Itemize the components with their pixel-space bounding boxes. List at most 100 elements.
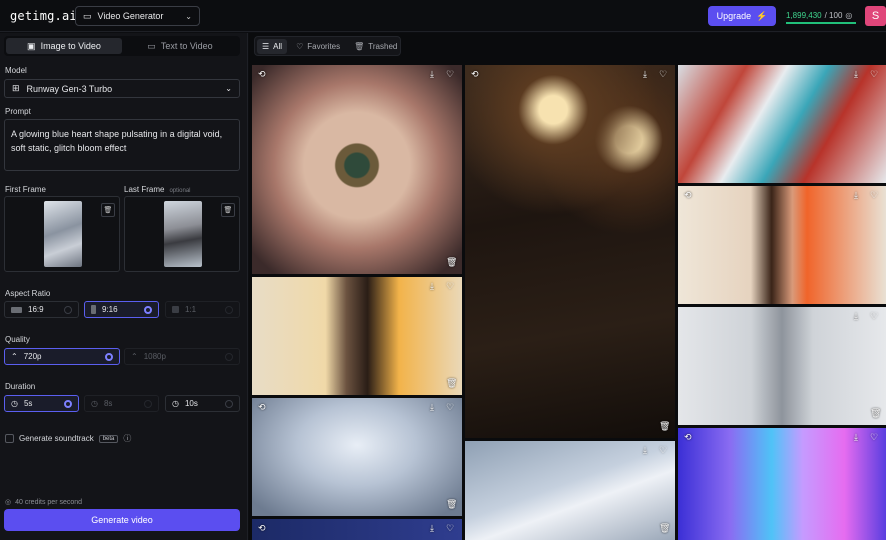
trash-icon[interactable]: 🗑 <box>446 499 457 510</box>
heart-icon[interactable]: ♡ <box>446 69 454 80</box>
aspect-ratio-label: Aspect Ratio <box>5 289 51 298</box>
filter-trashed-label: Trashed <box>368 41 398 51</box>
download-icon[interactable]: ⤓ <box>854 311 858 322</box>
heart-icon[interactable]: ♡ <box>446 523 454 534</box>
download-icon[interactable]: ⤓ <box>430 69 434 80</box>
gallery-item[interactable]: ⟲ ⤓ ♡ 🗑 <box>252 398 462 516</box>
soundtrack-label: Generate soundtrack <box>19 434 94 443</box>
app-logo[interactable]: getimg.ai <box>10 9 77 23</box>
chevron-down-icon: ⌄ <box>225 84 232 93</box>
aspect-1-1-option[interactable]: 1:1 <box>165 301 240 318</box>
radio-button <box>105 352 113 361</box>
model-label: Model <box>5 66 27 75</box>
repeat-icon[interactable]: ⟲ <box>258 523 266 534</box>
quality-720p-option[interactable]: ⌃ 720p <box>4 348 120 365</box>
heart-icon[interactable]: ♡ <box>870 69 878 80</box>
aspect-9-16-label: 9:16 <box>102 305 118 314</box>
trash-icon[interactable]: 🗑 <box>659 523 670 534</box>
upgrade-label: Upgrade <box>716 11 752 21</box>
repeat-icon[interactable]: ⟲ <box>258 402 266 413</box>
filter-trashed[interactable]: 🗑 Trashed <box>349 39 402 54</box>
heart-icon[interactable]: ♡ <box>870 190 878 201</box>
gallery-item[interactable]: ⟲ ⤓ ♡ 🗑 <box>465 65 675 438</box>
download-icon[interactable]: ⤓ <box>643 445 647 456</box>
repeat-icon[interactable]: ⟲ <box>258 69 266 80</box>
trash-icon[interactable]: 🗑 <box>446 378 457 389</box>
radio-button <box>64 399 72 408</box>
heart-icon[interactable]: ♡ <box>659 69 667 80</box>
duration-10s-option[interactable]: ◷ 10s <box>165 395 240 412</box>
soundtrack-checkbox[interactable] <box>5 434 14 443</box>
aspect-16-9-option[interactable]: 16:9 <box>4 301 79 318</box>
download-icon[interactable]: ⤓ <box>854 190 858 201</box>
duration-8s-option[interactable]: ◷ 8s <box>84 395 159 412</box>
image-icon: ▣ <box>27 40 36 51</box>
credits-info: ◎ 40 credits per second <box>5 498 83 507</box>
tab-image-to-video[interactable]: ▣ Image to Video <box>6 38 122 54</box>
heart-icon[interactable]: ♡ <box>446 402 454 413</box>
last-frame-slot[interactable]: 🗑 <box>124 196 240 272</box>
filter-all[interactable]: ☰ All <box>257 38 288 54</box>
user-avatar[interactable]: S <box>865 6 886 26</box>
credits-info-text: 40 credits per second <box>15 498 83 506</box>
filter-all-label: All <box>273 41 283 51</box>
radio-button <box>144 399 152 408</box>
radio-button <box>64 305 72 314</box>
gallery-item[interactable]: ⤓ ♡ <box>678 65 886 183</box>
heart-icon[interactable]: ♡ <box>870 311 878 322</box>
radio-button <box>225 352 233 361</box>
radio-button <box>225 305 233 314</box>
generate-video-button[interactable]: Generate video <box>4 509 240 531</box>
trash-icon[interactable]: 🗑 <box>101 203 115 217</box>
quality-label: Quality <box>5 335 30 344</box>
last-frame-thumbnail <box>164 201 202 267</box>
gallery-item[interactable]: ⟲ ⤓ ♡ <box>678 186 886 304</box>
download-icon[interactable]: ⤓ <box>430 402 434 413</box>
gallery-item[interactable]: ⟲ ⤓ ♡ <box>678 428 886 540</box>
clock-icon: ◷ <box>172 399 179 408</box>
gallery-item[interactable]: ⟲ ⤓ ♡ <box>252 519 462 540</box>
download-icon[interactable]: ⤓ <box>854 432 858 443</box>
heart-icon[interactable]: ♡ <box>446 281 454 292</box>
download-icon[interactable]: ⤓ <box>430 281 434 292</box>
tab-text-to-video-label: Text to Video <box>160 41 213 51</box>
tab-text-to-video[interactable]: ▭ Text to Video <box>122 38 238 54</box>
quality-1080p-option[interactable]: ⌃ 1080p <box>124 348 240 365</box>
model-select[interactable]: ⊞ Runway Gen-3 Turbo ⌄ <box>4 79 240 98</box>
filter-favorites[interactable]: ♡ Favorites <box>291 39 345 54</box>
upgrade-button[interactable]: Upgrade ⚡ <box>708 6 776 26</box>
quality-1080p-label: 1080p <box>143 352 166 361</box>
trash-icon[interactable]: 🗑 <box>446 257 457 268</box>
gallery-item[interactable]: ⤓ ♡ 🗑 <box>252 277 462 395</box>
credits-display[interactable]: 1,899,430 / 100 ◎ <box>786 8 856 24</box>
tool-selector-dropdown[interactable]: ▭ Video Generator ⌄ <box>75 6 200 26</box>
credits-total: / 100 <box>824 10 843 20</box>
heart-icon[interactable]: ♡ <box>659 445 667 456</box>
gallery-item[interactable]: ⟲ ⤓ ♡ 🗑 <box>252 65 462 274</box>
trash-icon[interactable]: 🗑 <box>659 421 670 432</box>
tool-selector-label: Video Generator <box>97 11 164 21</box>
aspect-16-9-label: 16:9 <box>28 305 44 314</box>
repeat-icon[interactable]: ⟲ <box>471 69 479 80</box>
help-icon[interactable]: ⓘ <box>123 433 131 444</box>
prompt-textarea[interactable]: A glowing blue heart shape pulsating in … <box>4 119 240 171</box>
credits-value: 1,899,430 <box>786 10 822 20</box>
aspect-9-16-option[interactable]: 9:16 <box>84 301 159 318</box>
soundtrack-toggle[interactable]: Generate soundtrack beta ⓘ <box>5 433 131 444</box>
repeat-icon[interactable]: ⟲ <box>684 432 692 443</box>
first-frame-slot[interactable]: 🗑 <box>4 196 120 272</box>
trash-icon[interactable]: 🗑 <box>221 203 235 217</box>
trash-icon[interactable]: 🗑 <box>870 408 881 419</box>
download-icon[interactable]: ⤓ <box>854 69 858 80</box>
landscape-icon <box>11 306 22 313</box>
download-icon[interactable]: ⤓ <box>430 523 434 534</box>
repeat-icon[interactable]: ⟲ <box>684 190 692 201</box>
duration-5s-label: 5s <box>23 399 33 408</box>
gallery-item[interactable]: ⤓ ♡ 🗑 <box>678 307 886 425</box>
duration-5s-option[interactable]: ◷ 5s <box>4 395 79 412</box>
model-value: Runway Gen-3 Turbo <box>26 83 113 94</box>
duration-10s-label: 10s <box>184 399 198 408</box>
download-icon[interactable]: ⤓ <box>643 69 647 80</box>
heart-icon[interactable]: ♡ <box>870 432 878 443</box>
gallery-item[interactable]: ⤓ ♡ 🗑 <box>465 441 675 540</box>
